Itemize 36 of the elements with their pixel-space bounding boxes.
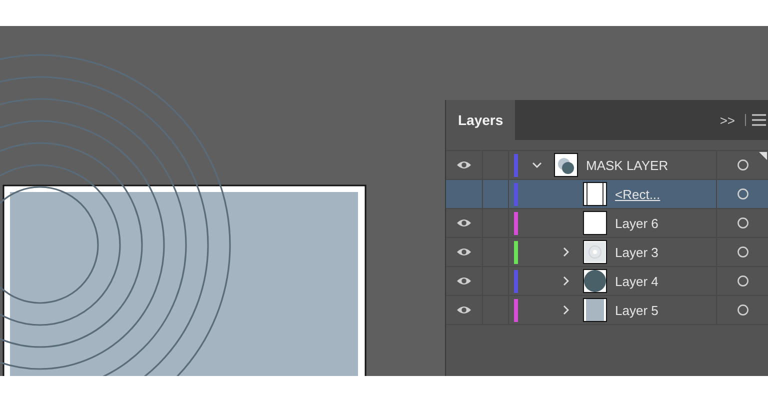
layer-name: Layer 4 bbox=[615, 274, 658, 288]
layer-thumbnail bbox=[554, 153, 578, 177]
target-circle-icon[interactable] bbox=[736, 275, 748, 287]
eye-icon[interactable] bbox=[456, 247, 472, 257]
layer-name: <Rect... bbox=[615, 186, 660, 202]
layer-name: MASK LAYER bbox=[586, 158, 668, 172]
layer-thumbnail bbox=[583, 298, 607, 322]
layer-name: Layer 5 bbox=[615, 302, 658, 318]
menu-icon[interactable] bbox=[752, 114, 766, 126]
layer-row[interactable]: <Rect... bbox=[446, 180, 768, 209]
target-circle-icon[interactable] bbox=[736, 159, 748, 171]
layers-tab[interactable]: Layers bbox=[446, 100, 516, 140]
eye-icon[interactable] bbox=[456, 276, 472, 286]
target-circle-icon[interactable] bbox=[736, 304, 748, 316]
chevron-right-icon[interactable] bbox=[562, 247, 570, 257]
layer-thumbnail bbox=[583, 240, 607, 264]
layer-row[interactable]: Layer 5 bbox=[446, 296, 768, 325]
layer-name: Layer 3 bbox=[615, 244, 658, 260]
eye-icon[interactable] bbox=[456, 218, 472, 228]
collapse-button[interactable]: >> bbox=[716, 100, 739, 140]
layer-thumbnail bbox=[583, 211, 607, 235]
target-circle-icon[interactable] bbox=[736, 188, 748, 200]
layer-thumbnail bbox=[583, 182, 607, 206]
layer-row[interactable]: Layer 4 bbox=[446, 267, 768, 296]
eye-icon[interactable] bbox=[456, 305, 472, 315]
layer-thumbnail bbox=[583, 269, 607, 293]
layer-row[interactable]: Layer 3 bbox=[446, 238, 768, 267]
chevron-right-icon[interactable] bbox=[562, 305, 570, 315]
layer-name: Layer 6 bbox=[615, 216, 658, 230]
target-circle-icon[interactable] bbox=[736, 246, 748, 258]
corner-triangle-icon bbox=[759, 152, 767, 160]
target-circle-icon[interactable] bbox=[736, 217, 748, 229]
eye-icon[interactable] bbox=[456, 160, 472, 170]
layer-row[interactable]: Layer 6 bbox=[446, 209, 768, 238]
chevron-right-icon[interactable] bbox=[562, 276, 570, 286]
chevron-down-icon[interactable] bbox=[532, 162, 542, 168]
